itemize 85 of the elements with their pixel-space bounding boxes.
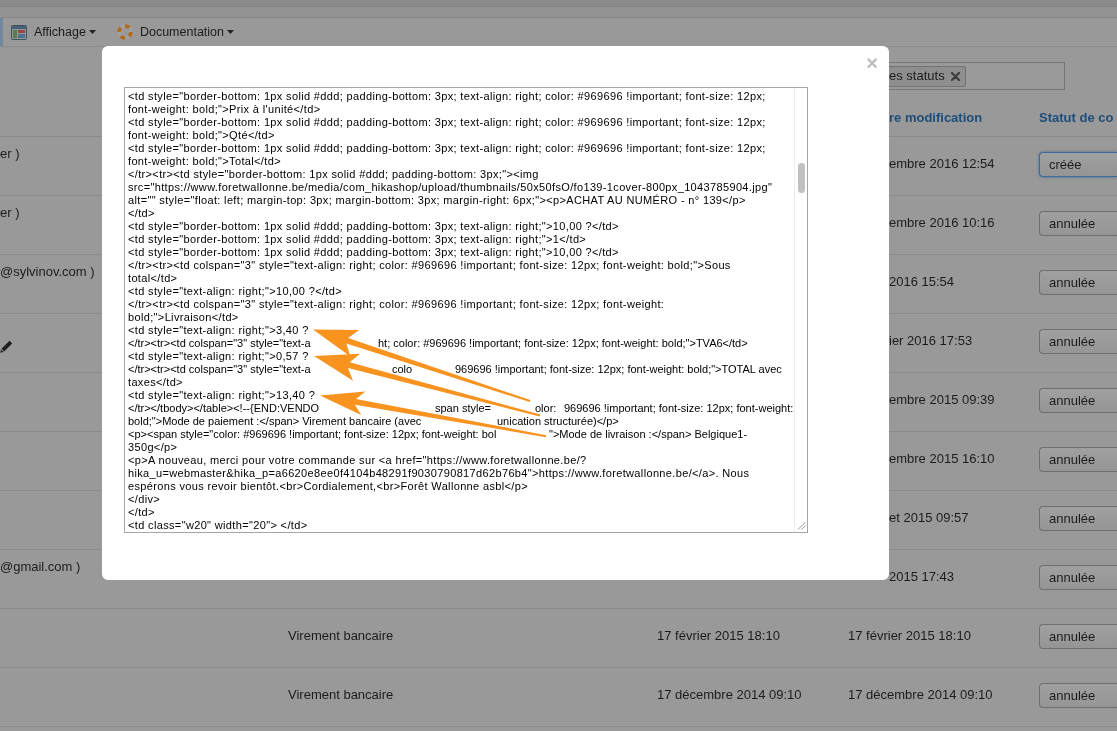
code-text: span style= <box>435 402 491 415</box>
code-line: src="https://www.foretwallonne.be/media/com_hikashop/upload/thumbnails/50x50fsO/fo139-1cover-800px_1043785904.jpg" <box>128 181 773 194</box>
table-cell: ier 2016 17:53 <box>889 333 973 349</box>
table-cell: embre 2016 10:16 <box>889 215 995 231</box>
table-cell: embre 2015 09:39 <box>889 392 995 408</box>
status-select[interactable]: annulée <box>1039 565 1117 590</box>
resize-grip-icon[interactable] <box>796 521 806 530</box>
table-cell: Virement bancaire <box>288 687 394 703</box>
status-select[interactable]: annulée <box>1039 506 1117 531</box>
code-text: </tr><tr><td colspan="3" style="text-a <box>128 363 311 376</box>
table-cell: er ) <box>0 205 20 221</box>
menu-button[interactable]: Affichage <box>11 24 96 40</box>
status-select[interactable]: annulée <box>1039 270 1117 295</box>
status-select[interactable]: annulée <box>1039 329 1117 354</box>
table-cell: Virement bancaire <box>288 628 394 644</box>
caret-icon <box>227 30 234 34</box>
table-cell: et 2015 09:57 <box>889 510 969 526</box>
table-cell: embre 2016 12:54 <box>889 156 995 172</box>
table-cell: @sylvinov.com ) <box>0 264 95 280</box>
code-line: </tr><tr><td colspan="3" style="text-align: right; color: #969696 !important; font-size: 12px; font-weight: <box>128 298 665 311</box>
code-line: </div> <box>128 493 161 506</box>
code-text: <p><span style="color: #969696 !important; font-size: 12px; font-weight: bol <box>128 428 497 441</box>
table-cell: 17 décembre 2014 09:10 <box>848 687 993 703</box>
code-line: <td style="text-align: right;">3,40 ? <box>128 324 309 337</box>
window-icon <box>11 24 27 40</box>
code-line: espérons vous revoir bientôt.<br>Cordialement,<br>Forêt Wallonne asbl</p> <box>128 480 528 493</box>
code-line: total</td> <box>128 272 178 285</box>
code-line: <td style="text-align: right;">10,00 ?</td> <box>128 285 342 298</box>
table-cell: 2016 15:54 <box>889 274 955 290</box>
code-line: bold;">Livraison</td> <box>128 311 239 324</box>
lifebuoy-icon <box>116 24 133 40</box>
table-cell: @gmail.com ) <box>0 559 81 575</box>
code-line: <td style="border-bottom: 1px solid #ddd; padding-bottom: 3px; text-align: right; color: #969696 !important; font-size: 12px; <box>128 142 766 155</box>
code-line: </td> <box>128 207 155 220</box>
status-select[interactable]: annulée <box>1039 624 1117 649</box>
code-line: </tr><tr><td colspan="3" style="text-align: right; color: #969696 !important; font-size: 12px; font-weight: bold;">Sous <box>128 259 731 272</box>
code-line: <td style="border-bottom: 1px solid #ddd; padding-bottom: 3px; text-align: right; color: #969696 !important; font-size: 12px; <box>128 116 766 129</box>
status-select[interactable]: annulée <box>1039 683 1117 708</box>
code-line: </tr><tr><td style="border-bottom: 1px solid #ddd; padding-bottom: 3px;"><img <box>128 168 539 181</box>
code-line: font-weight: bold;">Total</td> <box>128 155 281 168</box>
code-line: alt="" style="float: left; margin-top: 3px; margin-bottom: 3px; margin-right: 6px;"><p>ACHAT AU NUMÉRO - n° 139</p> <box>128 194 746 207</box>
code-line: hika_u=webmaster&hika_p=a6620e8ee0f4104b48291f9030790817d62b76b4">https://www.foretwallonne.be/</a>. Nous <box>128 467 750 480</box>
remove-icon[interactable] <box>950 71 960 81</box>
caret-icon <box>88 30 96 34</box>
code-text: bold;">Mode de paiement :</span> Virement bancaire (avec <box>128 415 422 428</box>
code-line: font-weight: bold;">Qté</td> <box>128 129 275 142</box>
code-text: colo <box>392 363 413 376</box>
table-cell: 17 février 2015 18:10 <box>657 628 780 644</box>
table-cell: 17 décembre 2014 09:10 <box>657 687 802 703</box>
table-cell: embre 2015 16:10 <box>889 451 995 467</box>
column-header[interactable]: re modification <box>889 110 983 126</box>
code-text: </tr></tbody></table><!--{END:VENDO <box>128 402 320 415</box>
code-line: taxes</td> <box>128 376 183 389</box>
status-select[interactable]: annulée <box>1039 447 1117 472</box>
status-select[interactable]: annulée <box>1039 388 1117 413</box>
menu-button[interactable]: Documentation <box>116 24 234 40</box>
column-header[interactable]: Statut de co <box>1039 110 1114 126</box>
code-line: <td style="border-bottom: 1px solid #ddd; padding-bottom: 3px; text-align: right; color: #969696 !important; font-size: 12px; <box>128 90 766 103</box>
code-line: <td style="text-align: right;">0,57 ? <box>128 350 309 363</box>
code-line: <td style="border-bottom: 1px solid #ddd; padding-bottom: 3px; text-align: right;">10,00 ?</td> <box>128 220 619 233</box>
code-line: 350g</p> <box>128 441 178 454</box>
table-cell: er ) <box>0 146 20 162</box>
code-line: font-weight: bold;">Prix à l'unité</td> <box>128 103 321 116</box>
code-line: <td class="w20" width="20"> </td> <box>128 519 308 532</box>
code-line: <td style="text-align: right;">13,40 ? <box>128 389 316 402</box>
table-cell: 17 février 2015 18:10 <box>848 628 971 644</box>
code-line: <p>A nouveau, merci pour votre commande sur <a href="https://www.foretwallonne.be/? <box>128 454 587 467</box>
html-source-textarea[interactable] <box>124 87 808 533</box>
code-text: olor: <box>535 402 557 415</box>
pencil-icon[interactable] <box>0 340 13 353</box>
code-text: </tr><tr><td colspan="3" style="text-a <box>128 337 311 350</box>
filter-tag-label: es statuts <box>889 68 945 84</box>
status-filter-field[interactable]: es statuts <box>889 62 1065 90</box>
code-text: 969696 !important; font-size: 12px; font-weight: bold;">TOTAL avec <box>455 363 782 376</box>
scrollbar-thumb[interactable] <box>797 163 805 193</box>
code-line: <td style="border-bottom: 1px solid #ddd; padding-bottom: 3px; text-align: right;">1</td> <box>128 233 587 246</box>
code-text: ht; color: #969696 !important; font-size: 12px; font-weight: bold;">TVA6</td> <box>378 337 748 350</box>
code-text: ">Mode de livraison :</span> Belgique1- <box>549 428 748 441</box>
code-line: <td style="border-bottom: 1px solid #ddd; padding-bottom: 3px; text-align: right;">10,00 ?</td> <box>128 246 619 259</box>
code-text: 969696 !important; font-size: 12px; font-weight: <box>564 402 794 415</box>
status-select[interactable]: créée <box>1039 152 1117 177</box>
table-cell: 2015 17:43 <box>889 569 955 585</box>
code-text: unication structurée)</p> <box>497 415 619 428</box>
status-select[interactable]: annulée <box>1039 211 1117 236</box>
code-line: </td> <box>128 506 155 519</box>
